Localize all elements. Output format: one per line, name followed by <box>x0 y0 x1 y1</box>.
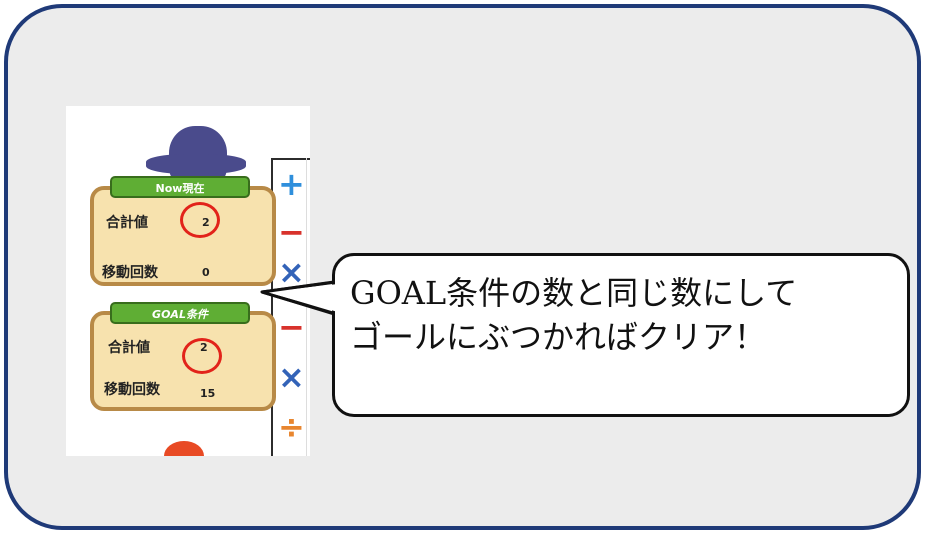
callout-pointer-cover <box>261 280 338 316</box>
callout-text: GOAL条件の数と同じ数にして ゴールにぶつかればクリア！ <box>350 271 910 359</box>
callout-line-2: ゴールにぶつかればクリア！ <box>350 318 767 356</box>
callout-line-1: GOAL条件の数と同じ数にして <box>350 274 798 312</box>
